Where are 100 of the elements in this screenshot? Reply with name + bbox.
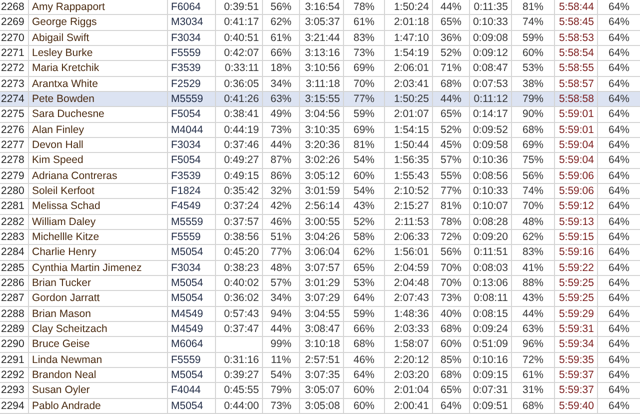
table-cell: 61% bbox=[270, 32, 292, 44]
table-cell: 64% bbox=[608, 1, 630, 14]
table-cell: 36% bbox=[440, 32, 462, 44]
table-cell: Maria Kretchik bbox=[32, 62, 100, 74]
table-cell: Arantxa White bbox=[32, 78, 98, 90]
table-cell: 2:01:18 bbox=[394, 16, 429, 28]
table-cell: 2283 bbox=[1, 231, 24, 244]
table-row[interactable]: 2282 William Daley M5559 0:37:57 46% 3:00:55 52% 2:11:53 78% 0:08:28 48% 5:59:13 64% bbox=[0, 214, 640, 230]
table-cell: F5559 bbox=[171, 354, 201, 366]
table-cell: 81% bbox=[440, 200, 462, 212]
table-cell: 69% bbox=[353, 124, 374, 136]
table-cell: William Daley bbox=[32, 216, 96, 228]
table-row[interactable]: 2276 Alan Finley M4044 0:44:19 73% 3:10:35 69% 1:54:15 52% 0:09:52 68% 5:59:01 64% bbox=[0, 122, 640, 138]
table-cell: 2269 bbox=[1, 16, 24, 28]
table-cell: 0:41:26 bbox=[224, 93, 259, 106]
table-row[interactable]: 2287 Gordon Jarratt M5054 0:36:02 34% 3:07:29 64% 2:07:43 73% 0:08:11 43% 5:59:25 64% bbox=[0, 291, 640, 307]
table-cell: M5054 bbox=[171, 246, 204, 258]
table-cell: M4044 bbox=[171, 124, 204, 136]
table-cell: George Riggs bbox=[32, 16, 97, 28]
table-row[interactable]: 2279 Adriana Contreras F3539 0:49:15 86% 3:05:12 60% 1:55:43 55% 0:08:56 56% 5:59:06 64% bbox=[0, 168, 640, 184]
table-row[interactable]: 2281 Melissa Schad F4549 0:37:24 42% 2:56:14 43% 2:15:27 81% 0:10:07 70% 5:59:12 64% bbox=[0, 199, 640, 215]
table-cell: Abigail Swift bbox=[32, 32, 90, 44]
table-cell: 2:07:43 bbox=[394, 292, 429, 304]
table-row[interactable]: 2292 Brandon Neal M5054 0:39:27 54% 3:07:35 64% 2:03:20 68% 0:09:15 61% 5:59:37 64% bbox=[0, 368, 640, 384]
table-cell: 42% bbox=[270, 200, 292, 212]
table-cell: 56% bbox=[440, 246, 462, 258]
table-cell: Alan Finley bbox=[32, 124, 84, 136]
table-row[interactable]: 2270 Abigail Swift F3034 0:40:51 61% 3:21:44 83% 1:47:10 36% 0:09:08 59% 5:58:53 64% bbox=[0, 30, 640, 46]
table-cell: F3034 bbox=[171, 32, 201, 44]
table-row[interactable]: 2268 Amy Rappaport F6064 0:39:51 56% 3:16:54 78% 1:50:24 44% 0:11:35 81% 5:58:44 64% bbox=[0, 0, 640, 16]
table-row[interactable]: 2283 Michellle Kitze F5559 0:38:56 51% 3:04:26 58% 2:06:33 72% 0:09:20 62% 5:59:15 64% bbox=[0, 230, 640, 246]
table-row[interactable]: 2278 Kim Speed F5054 0:49:27 87% 3:02:26 54% 1:56:35 57% 0:10:36 75% 5:59:04 64% bbox=[0, 153, 640, 169]
table-row[interactable]: 2280 Soleil Kerfoot F1824 0:35:42 32% 3:01:59 54% 2:10:52 77% 0:10:33 74% 5:59:06 64% bbox=[0, 184, 640, 200]
table-cell: 5:59:06 bbox=[558, 170, 594, 182]
table-cell: 1:54:15 bbox=[394, 124, 429, 136]
table-cell: 60% bbox=[353, 400, 374, 412]
table-cell: 3:07:35 bbox=[304, 369, 340, 382]
table-cell: 0:09:08 bbox=[472, 32, 508, 44]
table-row[interactable]: 2277 Devon Hall F3034 0:37:46 44% 3:20:36 81% 1:50:44 45% 0:09:58 69% 5:59:04 64% bbox=[0, 138, 640, 154]
table-row[interactable]: 2269 George Riggs M3034 0:41:17 62% 3:05:37 61% 2:01:18 65% 0:10:33 74% 5:58:45 64% bbox=[0, 15, 640, 31]
table-cell: F3539 bbox=[171, 62, 201, 74]
table-row[interactable]: 2274 Pete Bowden M5559 0:41:26 63% 3:15:55 77% 1:50:25 44% 0:11:12 79% 5:58:58 64% bbox=[0, 92, 640, 108]
table-cell: 2:00:41 bbox=[394, 400, 429, 412]
table-cell: 0:44:00 bbox=[224, 400, 259, 412]
table-cell: 0:14:17 bbox=[472, 108, 508, 120]
table-cell: M4549 bbox=[171, 323, 204, 336]
table-row[interactable]: 2290 Bruce Geise M6064 99% 3:10:18 68% 1:58:07 60% 0:51:09 96% 5:59:34 64% bbox=[0, 337, 640, 353]
table-row[interactable]: 2286 Brian Tucker M5054 0:40:02 57% 3:01:29 53% 2:04:48 70% 0:13:06 88% 5:59:25 64% bbox=[0, 276, 640, 292]
table-cell: 2:20:12 bbox=[394, 354, 429, 366]
table-cell: M6064 bbox=[171, 338, 204, 350]
table-cell: 64% bbox=[608, 216, 630, 228]
table-cell: 3:04:55 bbox=[304, 308, 340, 320]
table-cell: 3:00:55 bbox=[304, 216, 340, 228]
table-row[interactable]: 2271 Lesley Burke F5559 0:42:07 66% 3:13:16 73% 1:54:19 52% 0:09:12 60% 5:58:54 64% bbox=[0, 46, 640, 62]
table-row[interactable]: 2284 Charlie Henry M5054 0:45:20 77% 3:06:04 62% 1:56:01 56% 0:11:51 83% 5:59:16 64% bbox=[0, 245, 640, 261]
table-cell: F5054 bbox=[171, 154, 201, 166]
table-row[interactable]: 2293 Susan Oyler F4044 0:45:55 79% 3:05:07 60% 2:01:04 65% 0:07:31 31% 5:59:37 64% bbox=[0, 383, 640, 399]
table-cell: 59% bbox=[353, 108, 374, 120]
table-row[interactable]: 2275 Sara Duchesne F5054 0:38:41 49% 3:04:56 59% 2:01:07 65% 0:14:17 90% 5:59:01 64% bbox=[0, 107, 640, 123]
table-cell: 5:58:44 bbox=[558, 1, 594, 14]
table-cell: M5559 bbox=[171, 93, 204, 106]
table-row[interactable]: 2273 Arantxa White F2529 0:36:05 34% 3:11:18 70% 2:03:41 68% 0:07:53 38% 5:58:57 64% bbox=[0, 76, 640, 92]
table-cell: 0:08:03 bbox=[472, 262, 508, 274]
table-row[interactable]: 2289 Clay Scheitzach M4549 0:37:47 44% 3:08:47 66% 2:03:33 68% 0:09:24 63% 5:59:31 64% bbox=[0, 322, 640, 338]
table-cell: 5:59:04 bbox=[558, 154, 594, 166]
table-cell: Susan Oyler bbox=[32, 384, 90, 396]
table-cell: 2:56:14 bbox=[304, 200, 340, 212]
table-cell: 0:39:51 bbox=[224, 1, 259, 14]
table-cell: 0:36:05 bbox=[224, 78, 259, 90]
table-cell: 5:59:16 bbox=[558, 246, 594, 258]
table-cell: 2292 bbox=[1, 369, 24, 382]
table-cell: 70% bbox=[353, 78, 374, 90]
table-cell: 5:59:40 bbox=[558, 400, 594, 412]
table-row[interactable]: 2272 Maria Kretchik F3539 0:33:11 18% 3:10:56 69% 2:06:01 71% 0:08:47 53% 5:58:55 64% bbox=[0, 61, 640, 77]
table-row[interactable]: 2285 Cynthia Martin Jimenez F3034 0:38:23 48% 3:07:57 65% 2:04:59 70% 0:08:03 41% 5:59:22 64% bbox=[0, 260, 640, 276]
table-cell: 64% bbox=[608, 47, 630, 60]
table-cell: 2287 bbox=[1, 292, 24, 304]
table-cell: 3:11:18 bbox=[306, 78, 340, 90]
table-cell: Lesley Burke bbox=[32, 47, 93, 60]
table-cell: 46% bbox=[353, 354, 374, 366]
table-cell: 5:58:53 bbox=[558, 32, 594, 44]
table-cell: 1:48:36 bbox=[394, 308, 429, 320]
table-cell: 53% bbox=[522, 62, 544, 74]
table-cell: M5054 bbox=[171, 277, 204, 290]
table-cell: 62% bbox=[270, 16, 292, 28]
table-row[interactable]: 2294 Pablo Andrade M5054 0:44:00 73% 3:05:08 60% 2:00:41 64% 0:09:51 68% 5:59:40 64% bbox=[0, 398, 640, 414]
table-cell: 0:08:56 bbox=[472, 170, 508, 182]
table-cell: 96% bbox=[522, 338, 544, 350]
table-row[interactable]: 2288 Brian Mason M4549 0:57:43 94% 3:04:55 59% 1:48:36 40% 0:08:15 44% 5:59:29 64% bbox=[0, 306, 640, 322]
table-cell: Clay Scheitzach bbox=[32, 323, 108, 336]
table-cell: 64% bbox=[608, 292, 630, 304]
table-cell: 85% bbox=[440, 354, 462, 366]
table-cell: 68% bbox=[440, 323, 462, 336]
table-cell: 0:09:12 bbox=[472, 47, 508, 60]
table-cell: 0:45:55 bbox=[224, 384, 259, 396]
table-cell: 0:37:47 bbox=[224, 323, 259, 336]
table-row[interactable]: 2291 Linda Newman F5559 0:31:16 11% 2:57:51 46% 2:20:12 85% 0:10:16 72% 5:59:35 64% bbox=[0, 352, 640, 368]
table-cell: 2:15:27 bbox=[394, 200, 429, 212]
table-cell: 2:57:51 bbox=[304, 354, 340, 366]
table-cell: 3:15:55 bbox=[304, 93, 340, 106]
